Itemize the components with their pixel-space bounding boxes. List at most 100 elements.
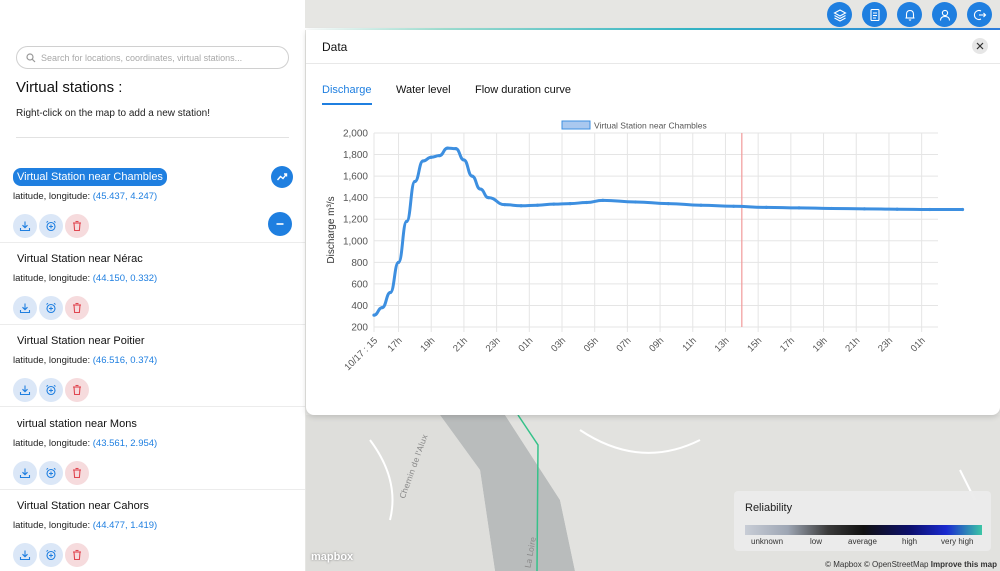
station-name[interactable]: Virtual Station near Chambles	[13, 168, 167, 186]
data-point	[445, 146, 450, 150]
coords-label: latitude, longitude:	[13, 355, 91, 366]
x-tick-label: 03h	[549, 335, 568, 354]
station-name[interactable]: Virtual Station near Nérac	[13, 250, 147, 268]
data-point	[928, 207, 932, 212]
attribution-text[interactable]: © Mapbox © OpenStreetMap	[825, 560, 928, 569]
download-button[interactable]	[13, 378, 37, 402]
delete-station-button[interactable]	[65, 461, 89, 485]
data-point	[429, 155, 433, 159]
station-name[interactable]: Virtual Station near Cahors	[13, 497, 153, 515]
tab-flow-duration-curve[interactable]: Flow duration curve	[475, 84, 571, 96]
x-tick-label: 21h	[843, 335, 862, 354]
logout-button[interactable]	[967, 2, 992, 27]
add-alert-button[interactable]	[39, 378, 63, 402]
station-name[interactable]: virtual station near Mons	[13, 415, 141, 433]
x-tick-label: 01h	[516, 335, 535, 354]
add-alert-button[interactable]	[39, 543, 63, 567]
documents-button[interactable]	[862, 2, 887, 27]
y-axis-label: Discharge m³/s	[326, 196, 337, 263]
delete-station-button[interactable]	[65, 543, 89, 567]
add-alert-button[interactable]	[39, 214, 63, 238]
coords-value: (44.150, 0.332)	[92, 273, 158, 284]
delete-station-button[interactable]	[65, 296, 89, 320]
station-item[interactable]: Virtual Station near Poitier latitude, lo…	[0, 325, 305, 407]
station-item[interactable]: virtual station near Mons latitude, longi…	[0, 408, 305, 490]
notifications-button[interactable]	[897, 2, 922, 27]
trash-icon	[73, 302, 81, 314]
improve-map-link[interactable]: Improve this map	[931, 560, 997, 569]
reliability-label-unknown: unknown	[751, 537, 784, 546]
search-input[interactable]	[41, 52, 281, 63]
download-button[interactable]	[13, 543, 37, 567]
station-coords: latitude, longitude: (43.561, 2.954)	[13, 438, 157, 449]
x-tick-label: 05h	[582, 335, 601, 354]
tab-water-level[interactable]: Water level	[396, 84, 451, 96]
station-coords: latitude, longitude: (45.437, 4.247)	[13, 191, 157, 202]
active-tab-indicator	[322, 103, 372, 105]
y-tick-label: 1,000	[343, 236, 368, 247]
station-item[interactable]: Virtual Station near Nérac latitude, long…	[0, 243, 305, 325]
y-tick-label: 1,400	[343, 193, 368, 204]
reliability-label-very-high: very high	[941, 537, 974, 546]
sidebar: Virtual stations : Right-click on the ma…	[0, 0, 305, 571]
user-button[interactable]	[932, 2, 957, 27]
y-tick-label: 1,200	[343, 215, 368, 226]
data-point	[388, 290, 392, 295]
station-item[interactable]: Virtual Station near Cahors latitude, lon…	[0, 490, 305, 571]
data-point	[478, 187, 482, 191]
virtual-stations-heading: Virtual stations :	[16, 79, 123, 96]
x-tick-label: 19h	[811, 335, 830, 354]
data-point	[666, 201, 670, 206]
add-alert-button[interactable]	[39, 296, 63, 320]
trash-icon	[73, 467, 81, 479]
station-coords: latitude, longitude: (46.516, 0.374)	[13, 355, 157, 366]
station-coords: latitude, longitude: (44.477, 1.419)	[13, 520, 157, 531]
delete-station-button[interactable]	[65, 378, 89, 402]
station-actions	[13, 461, 89, 485]
add-alert-button[interactable]	[39, 461, 63, 485]
search-icon	[26, 52, 36, 62]
station-actions	[13, 378, 89, 402]
y-tick-label: 1,600	[343, 172, 368, 183]
close-panel-button[interactable]	[972, 38, 988, 54]
bell-icon	[905, 9, 914, 21]
download-button[interactable]	[13, 296, 37, 320]
data-point	[633, 200, 638, 204]
alarm-icon	[46, 302, 56, 314]
data-point	[486, 196, 491, 200]
collapse-station-button[interactable]	[268, 212, 292, 236]
search-box[interactable]	[16, 46, 289, 69]
coords-value: (45.437, 4.247)	[92, 191, 158, 202]
x-tick-label: 11h	[680, 335, 698, 353]
series-line	[373, 146, 963, 317]
coords-value: (43.561, 2.954)	[92, 438, 158, 449]
y-tick-label: 600	[351, 279, 368, 290]
download-button[interactable]	[13, 214, 37, 238]
station-item[interactable]: Virtual Station near Chambles latitude, l…	[0, 161, 305, 243]
show-chart-button[interactable]	[271, 166, 293, 188]
document-icon	[869, 8, 880, 21]
minus-icon	[276, 223, 284, 225]
data-point	[437, 154, 441, 158]
data-point	[568, 201, 572, 206]
download-button[interactable]	[13, 461, 37, 485]
station-name[interactable]: Virtual Station near Poitier	[13, 332, 149, 350]
delete-station-button[interactable]	[65, 214, 89, 238]
data-point	[372, 313, 376, 317]
download-icon	[19, 303, 31, 314]
data-point	[960, 207, 965, 212]
x-tick-label: 21h	[451, 335, 470, 354]
trash-icon	[73, 384, 81, 396]
reliability-label-high: high	[902, 537, 918, 546]
tab-discharge[interactable]: Discharge	[322, 84, 372, 96]
data-point	[470, 174, 474, 178]
data-point	[764, 205, 768, 209]
coords-label: latitude, longitude:	[13, 520, 91, 531]
coords-value: (46.516, 0.374)	[92, 355, 158, 366]
legend-label: Virtual Station near Chambles	[594, 121, 707, 131]
layers-button[interactable]	[827, 2, 852, 27]
coords-label: latitude, longitude:	[13, 273, 91, 284]
data-point	[413, 179, 417, 184]
mapbox-logo[interactable]: mapbox	[311, 551, 353, 563]
topbar	[827, 2, 992, 27]
